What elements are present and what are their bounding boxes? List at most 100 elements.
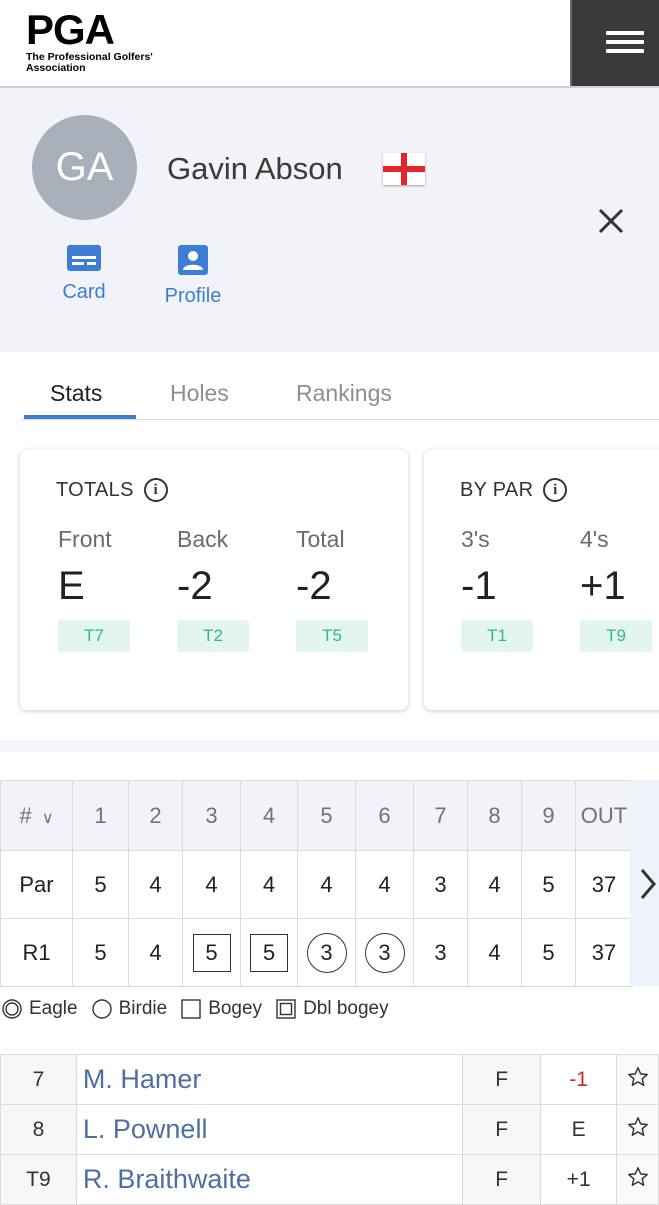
player-link[interactable]: R. Braithwaite: [75, 1154, 464, 1205]
hole-number: 6: [355, 780, 414, 851]
par-label: Par: [0, 850, 73, 919]
position: 7: [0, 1054, 77, 1105]
table-row[interactable]: T9 R. Braithwaite F +1: [0, 1154, 659, 1205]
round-row: R1 5 4 5 5 3 3 3 4 5 37: [0, 918, 633, 987]
hole-number: 8: [467, 780, 522, 851]
totals-title: TOTALS: [56, 478, 134, 501]
thru: F: [462, 1154, 542, 1205]
scorecard-table: # ∨ 1 2 3 4 5 6 7 8 9 OUT Par 5 4 4 4 4 …: [0, 780, 633, 987]
star-icon[interactable]: [616, 1054, 659, 1105]
hole-header-label: #: [19, 802, 32, 828]
score-cell: 5: [521, 918, 576, 987]
scroll-right-button[interactable]: [630, 780, 659, 986]
stat-label: 3's: [461, 526, 490, 552]
tab-rankings[interactable]: Rankings: [296, 380, 392, 407]
score-cell: 5: [182, 918, 241, 987]
legend-label: Eagle: [29, 998, 78, 1019]
rank-badge: T2: [177, 620, 249, 652]
bogey-score: 5: [250, 933, 288, 972]
totals-card: TOTALS i Front E T7 Back -2 T2 Total -2 …: [20, 450, 408, 710]
score-cell: 3: [297, 918, 356, 987]
hole-number: 7: [413, 780, 468, 851]
stat-value: E: [58, 564, 85, 608]
close-icon[interactable]: [596, 206, 626, 236]
score-cell: 5: [240, 918, 298, 987]
profile-button[interactable]: Profile: [157, 245, 229, 308]
stat-front: Front E T7: [58, 526, 158, 652]
chevron-right-icon: [640, 869, 656, 899]
hole-number: 5: [297, 780, 356, 851]
avatar: GA: [32, 115, 137, 220]
score-cell: 5: [72, 918, 129, 987]
round-out: 37: [575, 918, 633, 987]
player-link[interactable]: M. Hamer: [75, 1054, 464, 1105]
hole-number: 9: [521, 780, 576, 851]
star-icon[interactable]: [616, 1104, 659, 1155]
by-par-title-row: BY PAR i: [460, 478, 568, 502]
info-icon[interactable]: i: [543, 478, 568, 502]
stat-value: -1: [461, 564, 497, 608]
stat-value: +1: [580, 564, 626, 608]
pga-logo[interactable]: PGA The Professional Golfers' Associatio…: [26, 9, 166, 76]
score-legend: Eagle Birdie Bogey Dbl bogey: [2, 998, 403, 1020]
par-cell: 4: [297, 850, 356, 919]
par-cell: 4: [467, 850, 522, 919]
card-button-label: Card: [62, 281, 106, 303]
active-tab-indicator: [24, 415, 136, 419]
hole-number: 4: [240, 780, 298, 851]
score: +1: [540, 1154, 618, 1205]
table-row[interactable]: 8 L. Pownell F E: [0, 1104, 659, 1155]
par-cell: 4: [128, 850, 183, 919]
info-icon[interactable]: i: [143, 478, 168, 502]
england-flag-icon: [383, 153, 425, 185]
by-par-title: BY PAR: [460, 478, 534, 501]
par-cell: 4: [240, 850, 298, 919]
legend-dbl-bogey: Dbl bogey: [276, 998, 389, 1020]
stat-label: 4's: [580, 526, 609, 552]
star-icon[interactable]: [616, 1154, 659, 1205]
stat-total: Total -2 T5: [296, 526, 396, 652]
stat-label: Back: [177, 526, 229, 552]
par-cell: 5: [521, 850, 576, 919]
stat-label: Total: [296, 526, 345, 552]
tab-holes[interactable]: Holes: [170, 380, 229, 407]
top-bar: PGA The Professional Golfers' Associatio…: [0, 0, 659, 88]
legend-label: Dbl bogey: [303, 998, 389, 1019]
by-par-card: BY PAR i 3's -1 T1 4's +1 T9: [424, 450, 659, 710]
legend-bogey: Bogey: [181, 998, 262, 1020]
par-cell: 3: [413, 850, 468, 919]
hamburger-menu-icon[interactable]: [570, 0, 659, 86]
score-cell: 3: [355, 918, 414, 987]
stat-value: -2: [296, 564, 332, 608]
tab-stats[interactable]: Stats: [50, 380, 102, 407]
hole-selector[interactable]: # ∨: [0, 780, 73, 851]
chevron-down-icon: ∨: [41, 809, 54, 827]
profile-button-label: Profile: [164, 285, 222, 307]
legend-eagle: Eagle: [2, 998, 78, 1020]
player-link[interactable]: L. Pownell: [75, 1104, 464, 1155]
double-bogey-icon: [276, 999, 296, 1019]
table-row[interactable]: 7 M. Hamer F -1: [0, 1054, 659, 1105]
thru: F: [462, 1104, 542, 1155]
scorecard-header-row: # ∨ 1 2 3 4 5 6 7 8 9 OUT: [0, 780, 633, 851]
stat-back: Back -2 T2: [177, 526, 277, 652]
rank-badge: T5: [296, 620, 368, 652]
rank-badge: T9: [580, 620, 652, 652]
par-cell: 4: [182, 850, 241, 919]
birdie-icon: [91, 999, 112, 1019]
hole-number: 1: [72, 780, 129, 851]
score-cell: 4: [128, 918, 183, 987]
round-label: R1: [0, 918, 73, 987]
logo-subtitle: The Professional Golfers' Association: [26, 51, 153, 74]
card-button[interactable]: Card: [56, 245, 112, 304]
score: E: [540, 1104, 618, 1155]
leaderboard-table: 7 M. Hamer F -1 8 L. Pownell F E T9 R. B…: [0, 1054, 659, 1205]
birdie-score: 3: [306, 932, 347, 973]
thru: F: [462, 1054, 542, 1105]
legend-birdie: Birdie: [91, 998, 168, 1020]
section-divider: [0, 740, 659, 752]
legend-label: Birdie: [118, 998, 168, 1019]
birdie-score: 3: [364, 932, 405, 973]
profile-icon: [178, 245, 208, 275]
hole-number: 2: [128, 780, 183, 851]
